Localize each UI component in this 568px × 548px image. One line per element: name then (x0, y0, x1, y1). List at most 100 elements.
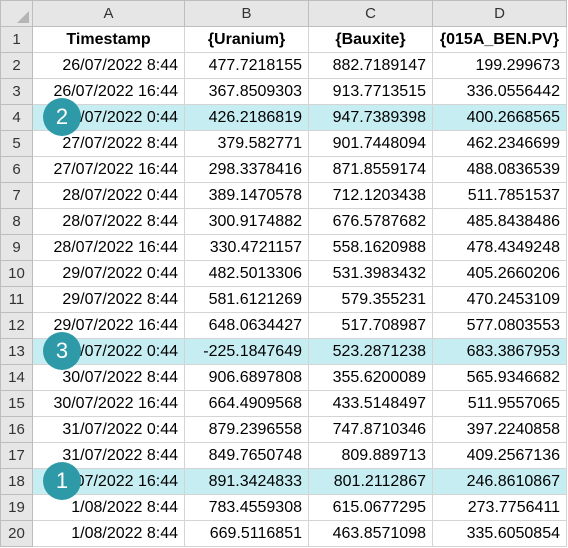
table-cell[interactable]: 400.2668565 (432, 104, 567, 131)
table-cell[interactable]: 29/07/2022 0:44 (32, 260, 185, 287)
row-header[interactable]: 5 (0, 130, 33, 157)
row-header[interactable]: 11 (0, 286, 33, 313)
table-cell[interactable]: 27/07/2022 16:44 (32, 156, 185, 183)
cell-header-bauxite[interactable]: {Bauxite} (308, 26, 433, 53)
table-cell[interactable]: 397.2240858 (432, 416, 567, 443)
table-cell[interactable]: 470.2453109 (432, 286, 567, 313)
table-cell[interactable]: 615.0677295 (308, 494, 433, 521)
table-cell[interactable]: 891.3424833 (184, 468, 309, 495)
table-cell[interactable]: 478.4349248 (432, 234, 567, 261)
column-header-a[interactable]: A (32, 0, 185, 27)
table-cell[interactable]: 565.9346682 (432, 364, 567, 391)
table-cell[interactable]: 28/07/2022 0:44 (32, 182, 185, 209)
table-cell[interactable]: 367.8509303 (184, 78, 309, 105)
table-cell[interactable]: 517.708987 (308, 312, 433, 339)
table-cell[interactable]: 28/07/2022 16:44 (32, 234, 185, 261)
table-cell[interactable]: 712.1203438 (308, 182, 433, 209)
table-cell[interactable]: 485.8438486 (432, 208, 567, 235)
table-cell[interactable]: -225.1847649 (184, 338, 309, 365)
row-header[interactable]: 7 (0, 182, 33, 209)
row-header[interactable]: 13 (0, 338, 33, 365)
table-row: 18 31/07/2022 16:44 891.3424833 801.2112867… (0, 468, 567, 495)
row-header[interactable]: 18 (0, 468, 33, 495)
table-cell[interactable]: 330.4721157 (184, 234, 309, 261)
row-header[interactable]: 3 (0, 78, 33, 105)
table-cell[interactable]: 871.8559174 (308, 156, 433, 183)
table-row: 4 27/07/2022 0:44 426.2186819 947.7389398 40… (0, 104, 567, 131)
table-cell[interactable]: 31/07/2022 0:44 (32, 416, 185, 443)
row-header[interactable]: 9 (0, 234, 33, 261)
table-cell[interactable]: 463.8571098 (308, 520, 433, 547)
cell-header-timestamp[interactable]: Timestamp (32, 26, 185, 53)
table-cell[interactable]: 405.2660206 (432, 260, 567, 287)
row-header[interactable]: 17 (0, 442, 33, 469)
table-cell[interactable]: 477.7218155 (184, 52, 309, 79)
table-cell[interactable]: 482.5013306 (184, 260, 309, 287)
table-cell[interactable]: 26/07/2022 8:44 (32, 52, 185, 79)
cell-header-015a-ben-pv[interactable]: {015A_BEN.PV} (432, 26, 567, 53)
row-header[interactable]: 4 (0, 104, 33, 131)
table-cell[interactable]: 336.0556442 (432, 78, 567, 105)
table-cell[interactable]: 747.8710346 (308, 416, 433, 443)
row-header[interactable]: 19 (0, 494, 33, 521)
row-header[interactable]: 6 (0, 156, 33, 183)
table-cell[interactable]: 579.355231 (308, 286, 433, 313)
row-header[interactable]: 12 (0, 312, 33, 339)
table-cell[interactable]: 531.3983432 (308, 260, 433, 287)
table-cell[interactable]: 901.7448094 (308, 130, 433, 157)
table-cell[interactable]: 676.5787682 (308, 208, 433, 235)
table-cell[interactable]: 669.5116851 (184, 520, 309, 547)
table-cell[interactable]: 462.2346699 (432, 130, 567, 157)
table-cell[interactable]: 879.2396558 (184, 416, 309, 443)
cell-header-uranium[interactable]: {Uranium} (184, 26, 309, 53)
table-cell[interactable]: 488.0836539 (432, 156, 567, 183)
table-cell[interactable]: 581.6121269 (184, 286, 309, 313)
row-header[interactable]: 14 (0, 364, 33, 391)
table-cell[interactable]: 683.3867953 (432, 338, 567, 365)
table-cell[interactable]: 379.582771 (184, 130, 309, 157)
table-cell[interactable]: 577.0803553 (432, 312, 567, 339)
table-cell[interactable]: 809.889713 (308, 442, 433, 469)
table-cell[interactable]: 409.2567136 (432, 442, 567, 469)
table-cell[interactable]: 849.7650748 (184, 442, 309, 469)
table-cell[interactable]: 389.1470578 (184, 182, 309, 209)
table-cell[interactable]: 246.8610867 (432, 468, 567, 495)
row-header[interactable]: 16 (0, 416, 33, 443)
table-cell[interactable]: 906.6897808 (184, 364, 309, 391)
table-cell[interactable]: 783.4559308 (184, 494, 309, 521)
table-cell[interactable]: 523.2871238 (308, 338, 433, 365)
select-all-corner[interactable] (0, 0, 33, 27)
column-header-d[interactable]: D (432, 0, 567, 27)
table-cell[interactable]: 426.2186819 (184, 104, 309, 131)
row-header[interactable]: 20 (0, 520, 33, 547)
table-cell[interactable]: 273.7756411 (432, 494, 567, 521)
table-cell[interactable]: 558.1620988 (308, 234, 433, 261)
row-header[interactable]: 15 (0, 390, 33, 417)
table-cell[interactable]: 511.9557065 (432, 390, 567, 417)
table-cell[interactable]: 433.5148497 (308, 390, 433, 417)
table-cell[interactable]: 664.4909568 (184, 390, 309, 417)
row-header-1[interactable]: 1 (0, 26, 33, 53)
table-cell[interactable]: 882.7189147 (308, 52, 433, 79)
table-cell[interactable]: 28/07/2022 8:44 (32, 208, 185, 235)
row-header[interactable]: 8 (0, 208, 33, 235)
table-cell[interactable]: 300.9174882 (184, 208, 309, 235)
table-cell[interactable]: 355.6200089 (308, 364, 433, 391)
table-cell[interactable]: 335.6050854 (432, 520, 567, 547)
row-header[interactable]: 2 (0, 52, 33, 79)
column-header-c[interactable]: C (308, 0, 433, 27)
table-cell[interactable]: 29/07/2022 8:44 (32, 286, 185, 313)
table-cell[interactable]: 913.7713515 (308, 78, 433, 105)
table-cell[interactable]: 648.0634427 (184, 312, 309, 339)
table-cell[interactable]: 511.7851537 (432, 182, 567, 209)
row-header[interactable]: 10 (0, 260, 33, 287)
column-header-b[interactable]: B (184, 0, 309, 27)
table-cell[interactable]: 947.7389398 (308, 104, 433, 131)
table-cell[interactable]: 298.3378416 (184, 156, 309, 183)
table-cell[interactable]: 199.299673 (432, 52, 567, 79)
table-cell[interactable]: 1/08/2022 8:44 (32, 520, 185, 547)
step-badge: 3 (43, 332, 81, 370)
table-cell[interactable]: 801.2112867 (308, 468, 433, 495)
header-data-row: 1 Timestamp {Uranium} {Bauxite} {015A_BE… (0, 26, 567, 53)
table-cell[interactable]: 30/07/2022 16:44 (32, 390, 185, 417)
